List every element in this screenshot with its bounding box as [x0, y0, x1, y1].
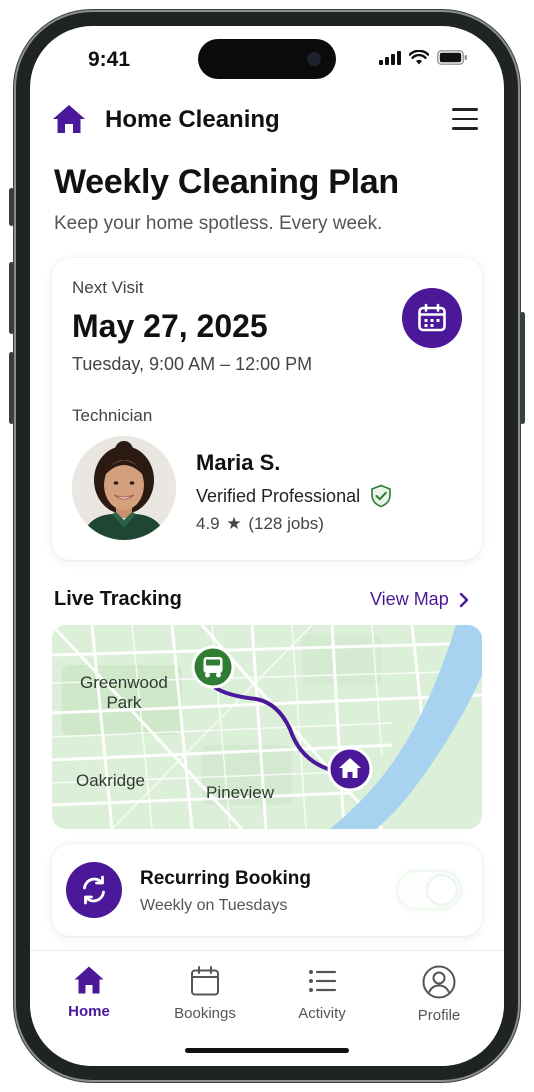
- verified-label: Verified Professional: [196, 485, 361, 506]
- visit-time: Tuesday, 9:00 AM – 12:00 PM: [72, 354, 313, 374]
- tab-activity[interactable]: Activity: [277, 965, 367, 1035]
- app-title: Home Cleaning: [105, 106, 280, 133]
- technician-label: Technician: [72, 406, 153, 425]
- tab-label-profile: Profile: [417, 1007, 461, 1024]
- tab-label-activity: Activity: [298, 1005, 346, 1022]
- tab-label-home: Home: [68, 1003, 110, 1020]
- volume-down-button: [9, 352, 14, 424]
- volume-up-button: [9, 262, 14, 334]
- tab-home[interactable]: Home: [44, 965, 134, 1035]
- calendar-button[interactable]: [402, 288, 462, 348]
- battery-icon: [437, 50, 467, 65]
- app-header: Home Cleaning: [30, 96, 504, 144]
- star-icon: ★: [226, 514, 242, 533]
- technician-avatar[interactable]: [72, 436, 176, 540]
- chevron-right-icon: [459, 592, 468, 607]
- home-icon[interactable]: [52, 104, 86, 134]
- verified-shield-icon: [371, 484, 391, 508]
- technician-name: Maria S.: [196, 450, 281, 475]
- power-button: [520, 312, 525, 424]
- dynamic-island: [198, 39, 336, 79]
- map-label-pineview: Pineview: [206, 783, 275, 802]
- recurring-booking-card[interactable]: Recurring Booking Weekly on Tuesdays: [52, 844, 482, 936]
- calendar-icon: [191, 966, 219, 996]
- page-subtitle: Keep your home spotless. Every week.: [54, 213, 383, 234]
- tab-label-bookings: Bookings: [174, 1005, 236, 1022]
- rating-row: 4.9 ★ (128 jobs): [196, 514, 324, 534]
- verified-row: Verified Professional: [196, 484, 392, 508]
- tab-profile[interactable]: Profile: [394, 965, 484, 1035]
- visit-date: May 27, 2025: [72, 308, 268, 344]
- action-button: [9, 188, 14, 226]
- technician-photo: [72, 436, 176, 540]
- home-icon: [74, 966, 104, 994]
- camera-icon: [307, 52, 321, 66]
- recurring-title: Recurring Booking: [140, 868, 312, 889]
- jobs-count: (128 jobs): [248, 514, 324, 533]
- status-time: 9:41: [88, 48, 131, 71]
- cellular-signal-icon: [379, 50, 401, 65]
- tab-bookings[interactable]: Bookings: [160, 965, 250, 1035]
- live-tracking-title: Live Tracking: [54, 588, 182, 610]
- map-label-greenwood-park: Greenwood Park: [80, 673, 168, 712]
- home-marker-icon[interactable]: [326, 745, 374, 793]
- list-icon: [309, 970, 337, 992]
- live-tracking-map[interactable]: Greenwood Park Oakridge Pineview: [52, 625, 482, 829]
- hamburger-menu-icon[interactable]: [452, 108, 478, 130]
- recurring-subtitle: Weekly on Tuesdays: [140, 897, 288, 914]
- next-visit-card[interactable]: Next Visit May 27, 2025 Tuesday, 9:00 AM…: [52, 258, 482, 560]
- status-icons: [379, 50, 468, 65]
- recurring-icon-badge: [66, 862, 122, 918]
- screen: 9:41 Home Cleaning Weekly Cleaning Plan: [30, 26, 504, 1066]
- view-map-label: View Map: [370, 589, 449, 609]
- user-icon: [422, 965, 456, 999]
- next-visit-label: Next Visit: [72, 278, 144, 297]
- calendar-icon: [418, 303, 446, 332]
- home-indicator: [185, 1048, 349, 1053]
- toggle-knob: [428, 876, 456, 904]
- rating-value: 4.9: [196, 514, 220, 533]
- sync-icon: [83, 875, 105, 905]
- page-title: Weekly Cleaning Plan: [54, 163, 399, 201]
- view-map-link[interactable]: View Map: [370, 589, 469, 610]
- status-bar: 9:41: [30, 26, 504, 90]
- map-label-oakridge: Oakridge: [76, 771, 145, 790]
- recurring-toggle[interactable]: [398, 872, 460, 908]
- wifi-icon: [409, 50, 429, 65]
- van-marker-icon[interactable]: [191, 645, 235, 689]
